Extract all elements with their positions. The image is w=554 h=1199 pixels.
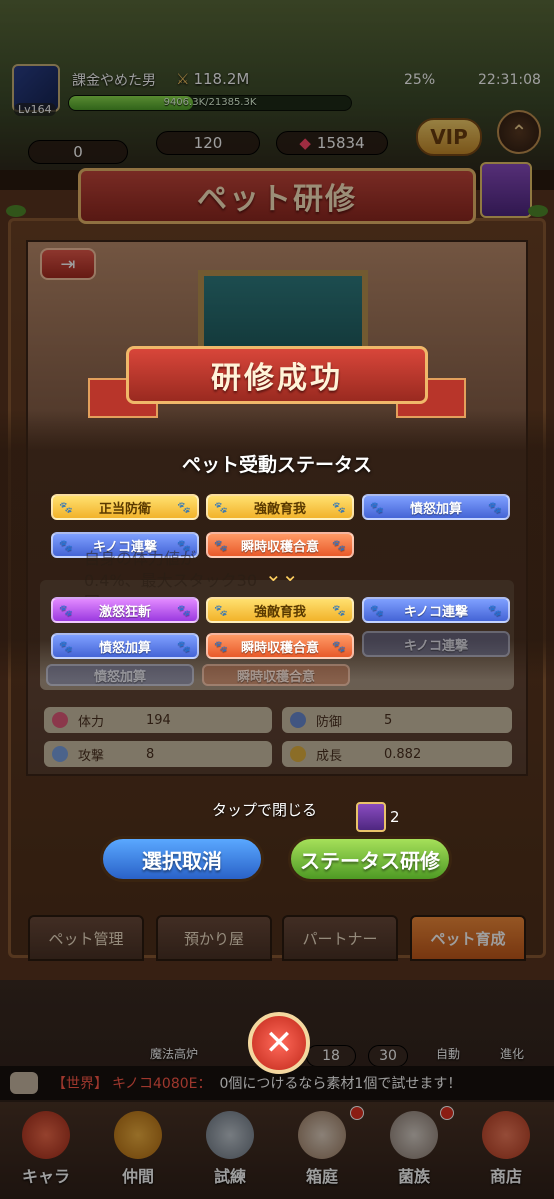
passive-status-title: ペット受動ステータス (181, 454, 372, 476)
skill-before-2: 🐾 強敵育我 🐾 (206, 494, 354, 520)
ghost-line: 0.4%、最大スタック30 (84, 571, 258, 590)
skill-label: 激怒狂斬 (98, 604, 151, 620)
skill-after-2: 🐾 強敵育我 🐾 (206, 597, 354, 623)
tap-to-close-hint[interactable]: タップで閉じる (212, 799, 317, 820)
paw-icon: 🐾 (59, 604, 73, 617)
paw-icon: 🐾 (332, 501, 346, 514)
skill-after-4: 🐾 憤怒加算 🐾 (51, 633, 199, 659)
close-icon[interactable]: ✕ (248, 1012, 310, 1074)
paw-icon: 🐾 (59, 640, 73, 653)
paw-icon: 🐾 (214, 501, 228, 514)
paw-icon: 🐾 (488, 604, 502, 617)
skill-label: 憤怒加算 (409, 501, 462, 517)
paw-icon: 🐾 (488, 501, 502, 514)
skill-label: 正当防衛 (98, 501, 151, 517)
ghost-skill: 憤怒加算 (46, 664, 194, 686)
ghost-skill: キノコ連撃 (362, 631, 510, 657)
success-banner: 研修成功 (126, 346, 428, 404)
paw-icon: 🐾 (177, 501, 191, 514)
paw-icon: 🐾 (332, 640, 346, 653)
paw-icon: 🐾 (177, 640, 191, 653)
paw-icon: 🐾 (59, 539, 73, 552)
skill-after-1: 🐾 激怒狂斬 🐾 (51, 597, 199, 623)
paw-icon: 🐾 (332, 539, 346, 552)
cancel-selection-button[interactable]: 選択取消 (100, 836, 264, 882)
paw-icon: 🐾 (332, 604, 346, 617)
paw-icon: 🐾 (214, 640, 228, 653)
skill-label: 強敵育我 (253, 604, 306, 620)
paw-icon: 🐾 (370, 604, 384, 617)
skill-after-5: 🐾 瞬時収穫合意 🐾 (206, 633, 354, 659)
book-count: 2 (390, 808, 400, 826)
skill-label: 憤怒加算 (98, 640, 151, 656)
paw-icon: 🐾 (214, 604, 228, 617)
skill-before-1: 🐾 正当防衛 🐾 (51, 494, 199, 520)
skill-after-3: 🐾 キノコ連撃 🐾 (362, 597, 510, 623)
ghost-line: 自身の体力値が (84, 549, 197, 568)
skill-label: キノコ連撃 (403, 604, 469, 620)
skill-label: 瞬時収穫合意 (240, 640, 319, 656)
ghost-skill: 瞬時収穫合意 (202, 664, 350, 686)
chevron-down-icon: ⌄⌄ (265, 562, 299, 586)
skill-before-3: 🐾 憤怒加算 🐾 (362, 494, 510, 520)
skill-label: 強敵育我 (253, 501, 306, 517)
paw-icon: 🐾 (177, 604, 191, 617)
status-training-button[interactable]: ステータス研修 (288, 836, 452, 882)
spellbook-icon (356, 802, 386, 832)
paw-icon: 🐾 (59, 501, 73, 514)
paw-icon: 🐾 (370, 501, 384, 514)
